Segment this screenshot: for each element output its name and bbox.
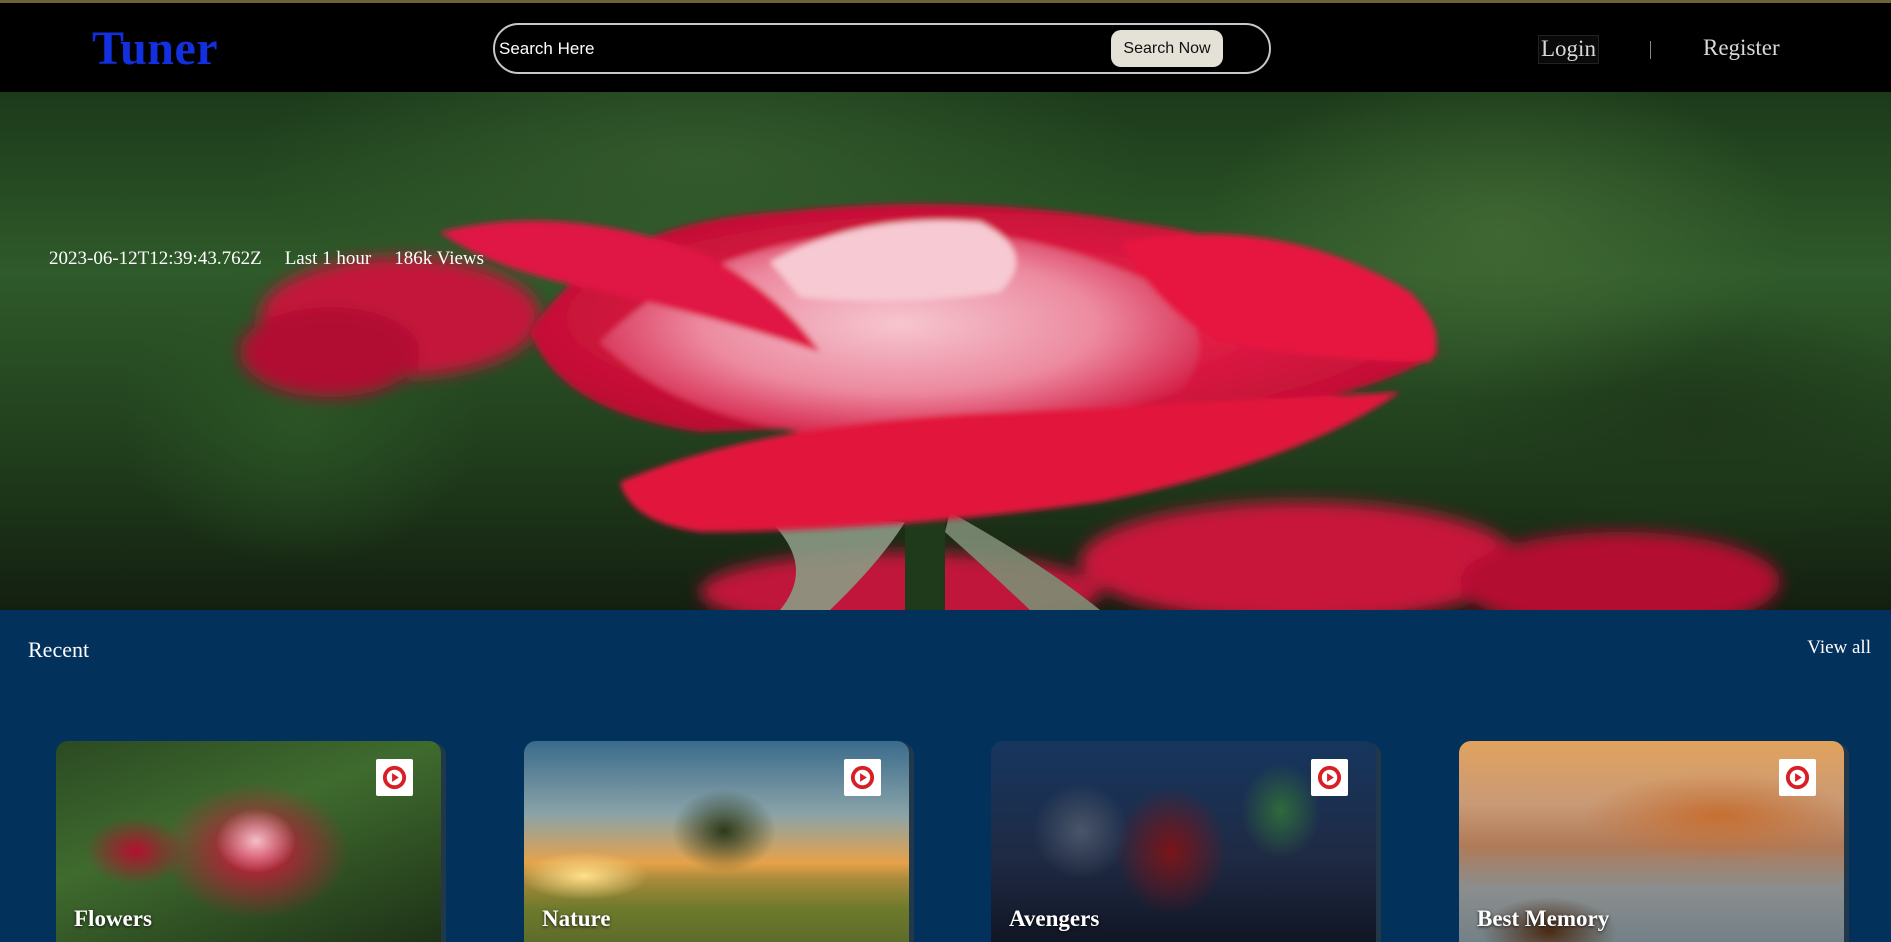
search-now-button[interactable]: Search Now (1111, 30, 1223, 67)
hero-duration: Last 1 hour (284, 248, 372, 269)
play-icon[interactable] (1311, 759, 1348, 796)
top-navbar: Tuner Search Now Login Register (0, 0, 1891, 92)
hero-meta: 2023-06-12T12:39:43.762Z Last 1 hour 186… (49, 248, 484, 270)
play-icon[interactable] (376, 759, 413, 796)
card-title: Avengers (1009, 906, 1100, 931)
video-card-avengers[interactable]: Avengers (991, 741, 1376, 942)
search-input[interactable] (499, 35, 1099, 63)
site-logo[interactable]: Tuner (92, 21, 218, 76)
nav-divider (1650, 41, 1651, 59)
search-bar: Search Now (493, 23, 1271, 74)
hero-timestamp: 2023-06-12T12:39:43.762Z (49, 248, 262, 269)
video-card-flowers[interactable]: Flowers (56, 741, 441, 942)
hero-views: 186k Views (394, 248, 485, 269)
video-card-nature[interactable]: Nature (524, 741, 909, 942)
register-link[interactable]: Register (1703, 35, 1780, 61)
hero-banner[interactable]: 2023-06-12T12:39:43.762Z Last 1 hour 186… (0, 92, 1891, 610)
video-card-best-memory[interactable]: Best Memory (1459, 741, 1844, 942)
login-link[interactable]: Login (1538, 35, 1599, 64)
card-title: Best Memory (1477, 906, 1610, 931)
card-title: Flowers (74, 906, 152, 931)
view-all-link[interactable]: View all (1807, 637, 1871, 659)
play-icon[interactable] (844, 759, 881, 796)
card-title: Nature (542, 906, 611, 931)
hero-rose-image (240, 204, 1780, 610)
recent-heading: Recent (28, 637, 90, 662)
play-icon[interactable] (1779, 759, 1816, 796)
